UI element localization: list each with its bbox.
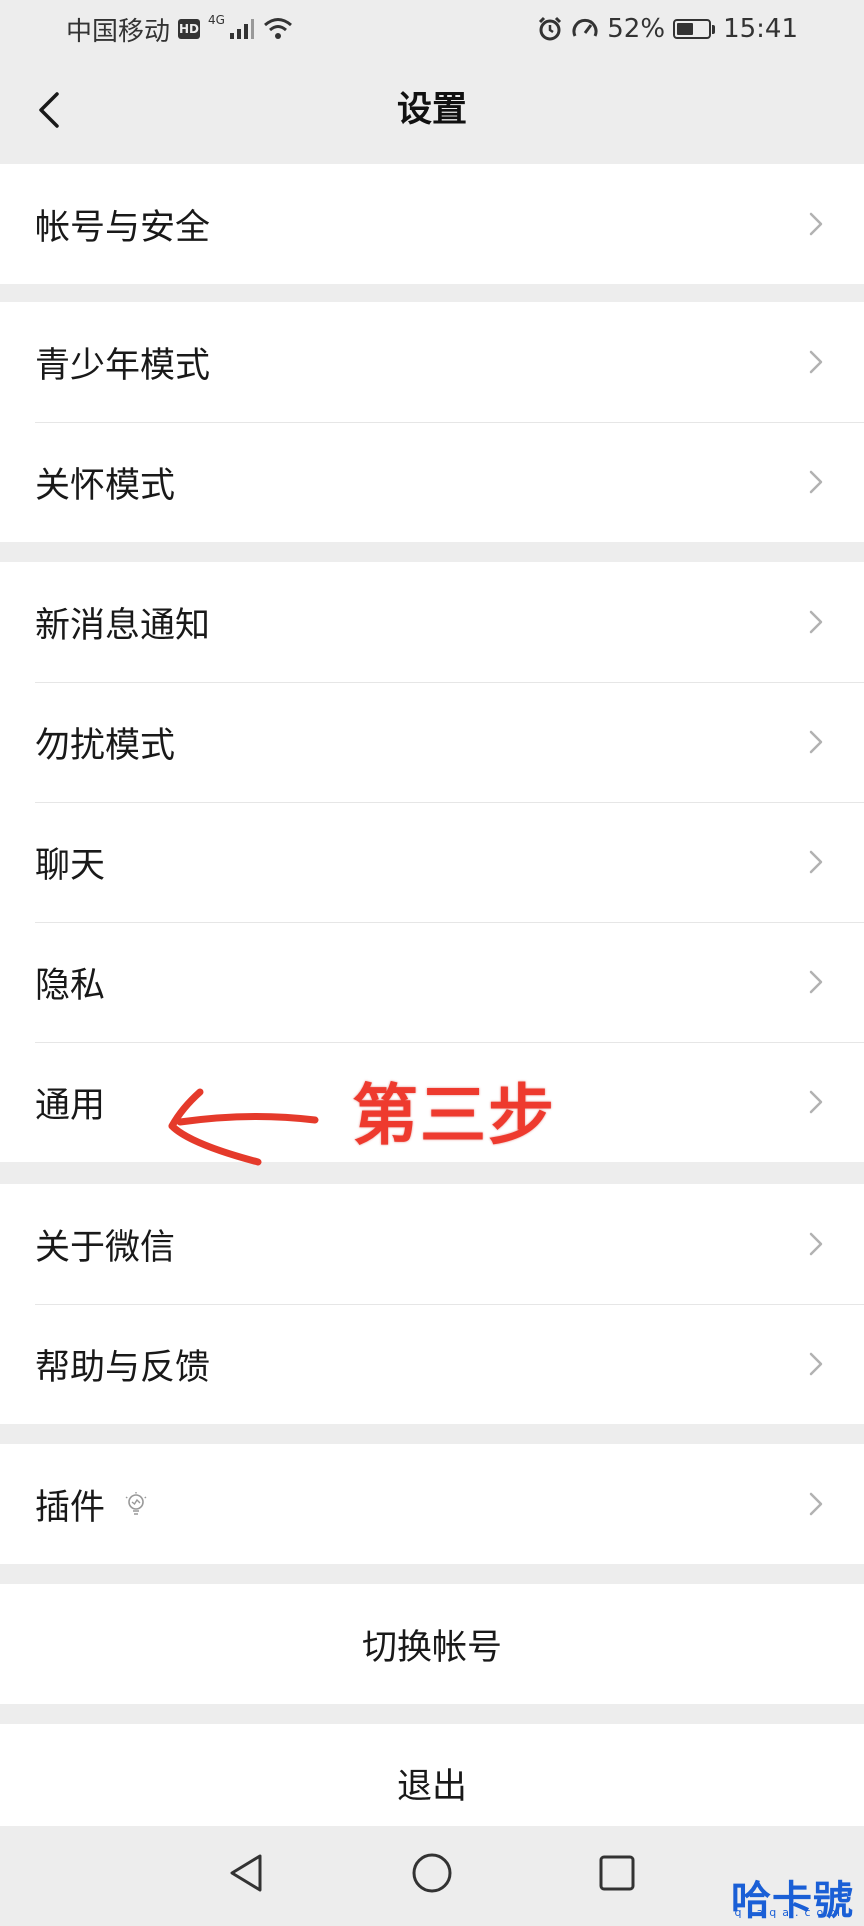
network-type: 4G bbox=[208, 13, 225, 27]
chevron-right-icon bbox=[809, 1232, 823, 1256]
chevron-right-icon bbox=[809, 350, 823, 374]
wifi-icon bbox=[263, 18, 292, 39]
settings-item-label: 新消息通知 bbox=[35, 605, 211, 646]
settings-item-privacy[interactable]: 隐私 bbox=[0, 922, 864, 1042]
settings-item-label: 青少年模式 bbox=[35, 345, 211, 386]
recents-square-icon[interactable] bbox=[592, 1848, 642, 1898]
home-circle-icon[interactable] bbox=[407, 1848, 457, 1898]
status-left: 中国移动 HD 4G bbox=[66, 12, 293, 47]
settings-item-label: 聊天 bbox=[35, 845, 106, 886]
status-bar: 中国移动 HD 4G 52% 15:41 bbox=[0, 0, 864, 58]
settings-item-chat[interactable]: 聊天 bbox=[0, 802, 864, 922]
hd-badge: HD bbox=[178, 19, 201, 39]
settings-item-account-security[interactable]: 帐号与安全 bbox=[0, 164, 864, 284]
settings-item-youth-mode[interactable]: 青少年模式 bbox=[0, 302, 864, 422]
settings-item-label: 插件 bbox=[35, 1487, 106, 1528]
chevron-right-icon bbox=[809, 1352, 823, 1376]
alarm-icon bbox=[539, 16, 562, 41]
group-about: 关于微信 帮助与反馈 bbox=[0, 1184, 864, 1424]
switch-account-label: 切换帐号 bbox=[361, 1627, 502, 1668]
logout-button[interactable]: 退出 bbox=[0, 1724, 864, 1826]
navbar: 设置 bbox=[0, 58, 864, 162]
chevron-right-icon bbox=[809, 1492, 823, 1516]
page-title: 设置 bbox=[396, 90, 467, 130]
logout-label: 退出 bbox=[396, 1767, 467, 1807]
signal-icon bbox=[229, 19, 254, 39]
group-modes: 青少年模式 关怀模式 bbox=[0, 302, 864, 542]
settings-item-do-not-disturb[interactable]: 勿扰模式 bbox=[0, 682, 864, 802]
annotation-step-label: 第三步 bbox=[352, 1077, 556, 1154]
settings-item-about-wechat[interactable]: 关于微信 bbox=[0, 1184, 864, 1304]
chevron-right-icon bbox=[809, 1090, 823, 1114]
settings-item-label: 勿扰模式 bbox=[35, 725, 176, 766]
chevron-right-icon bbox=[809, 212, 823, 236]
settings-item-care-mode[interactable]: 关怀模式 bbox=[0, 422, 864, 542]
settings-item-label: 隐私 bbox=[35, 965, 106, 1006]
speed-icon bbox=[572, 18, 598, 37]
chevron-right-icon bbox=[809, 730, 823, 754]
annotation-arrow-icon bbox=[168, 1088, 319, 1166]
status-right: 52% 15:41 bbox=[537, 12, 798, 46]
settings-item-label: 关于微信 bbox=[35, 1227, 176, 1268]
battery-percent: 52% bbox=[607, 14, 666, 44]
settings-item-plugins[interactable]: 插件 bbox=[0, 1444, 864, 1564]
settings-item-notifications[interactable]: 新消息通知 bbox=[0, 562, 864, 682]
clock: 15:41 bbox=[723, 14, 798, 44]
chevron-right-icon bbox=[809, 610, 823, 634]
carrier-name: 中国移动 bbox=[66, 16, 171, 47]
settings-item-help-feedback[interactable]: 帮助与反馈 bbox=[0, 1304, 864, 1424]
settings-item-label: 帮助与反馈 bbox=[35, 1347, 211, 1388]
settings-item-label: 帐号与安全 bbox=[35, 207, 211, 248]
switch-account-button[interactable]: 切换帐号 bbox=[0, 1584, 864, 1704]
group-account: 帐号与安全 bbox=[0, 164, 864, 284]
chevron-right-icon bbox=[809, 970, 823, 994]
settings-item-label: 通用 bbox=[35, 1085, 106, 1126]
bulb-icon bbox=[125, 1492, 147, 1515]
settings-item-label: 关怀模式 bbox=[35, 465, 176, 506]
chevron-right-icon bbox=[809, 850, 823, 874]
watermark-url: qiaqa.com bbox=[734, 1906, 846, 1919]
back-triangle-icon[interactable] bbox=[222, 1848, 272, 1898]
chevron-right-icon bbox=[809, 470, 823, 494]
battery-icon bbox=[673, 19, 716, 39]
group-plugins: 插件 bbox=[0, 1444, 864, 1564]
